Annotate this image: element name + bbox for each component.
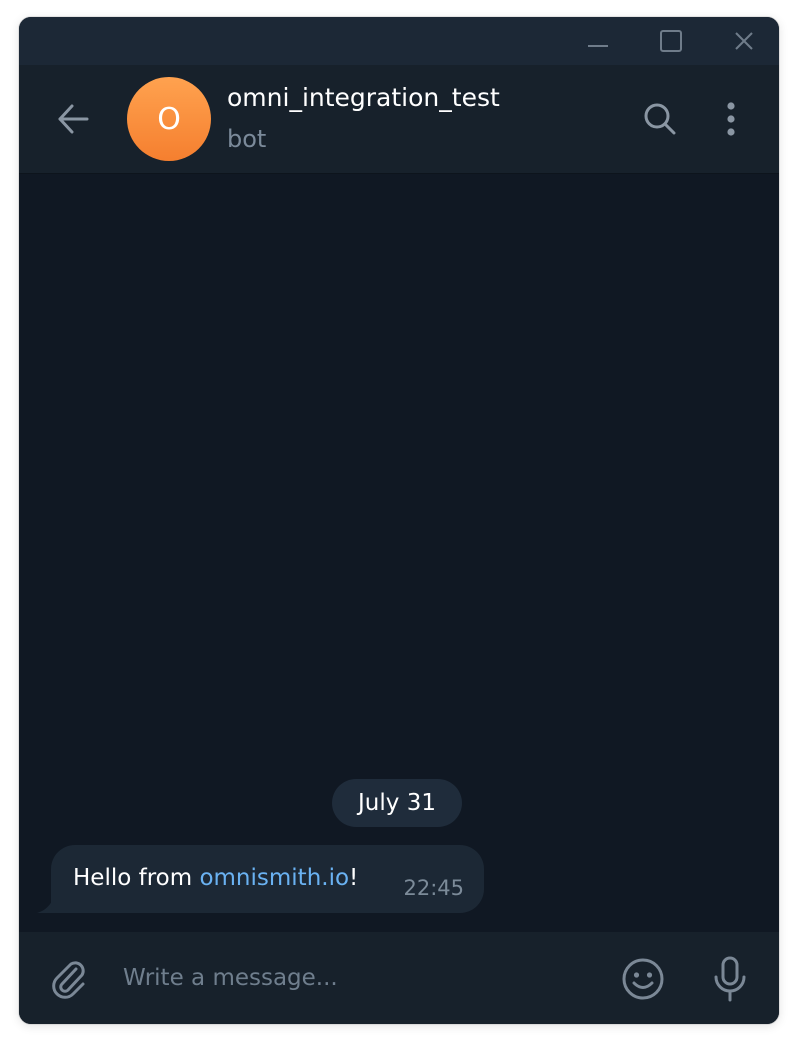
message-input[interactable] xyxy=(123,956,603,1000)
microphone-icon xyxy=(714,956,746,1002)
message-text-prefix: Hello from xyxy=(73,865,200,891)
more-vertical-icon xyxy=(727,102,735,136)
chat-subtitle: bot xyxy=(227,125,267,153)
date-separator-label: July 31 xyxy=(358,790,436,816)
maximize-button[interactable] xyxy=(636,17,706,65)
message-composer xyxy=(19,932,779,1024)
chat-header: O omni_integration_test bot xyxy=(19,65,779,174)
chat-title[interactable]: omni_integration_test xyxy=(227,83,500,112)
voice-record-button[interactable] xyxy=(703,952,757,1006)
paperclip-icon xyxy=(52,961,85,999)
message-link[interactable]: omnismith.io xyxy=(199,865,349,891)
attach-button[interactable] xyxy=(41,954,97,1004)
close-button[interactable] xyxy=(709,17,779,65)
message-text: Hello from omnismith.io! xyxy=(73,865,358,891)
emoji-icon xyxy=(622,958,664,1000)
message-bubble[interactable]: Hello from omnismith.io! 22:45 xyxy=(51,845,484,913)
emoji-button[interactable] xyxy=(615,954,671,1004)
back-button[interactable] xyxy=(43,95,103,143)
avatar-letter: O xyxy=(157,101,181,137)
search-icon xyxy=(644,103,676,135)
maximize-icon xyxy=(660,30,682,52)
message-time: 22:45 xyxy=(403,876,464,900)
date-separator: July 31 xyxy=(332,779,462,827)
avatar[interactable]: O xyxy=(127,77,211,161)
message-text-suffix: ! xyxy=(349,865,359,891)
title-bar xyxy=(19,17,779,65)
close-icon xyxy=(735,32,753,50)
more-options-button[interactable] xyxy=(711,95,751,143)
back-arrow-icon xyxy=(58,104,89,134)
minimize-button[interactable] xyxy=(563,17,633,65)
minimize-icon xyxy=(588,45,608,47)
message-list[interactable]: July 31 Hello from omnismith.io! 22:45 xyxy=(19,174,779,931)
telegram-window: O omni_integration_test bot July 31 Hell… xyxy=(19,17,779,1024)
search-button[interactable] xyxy=(633,95,687,143)
